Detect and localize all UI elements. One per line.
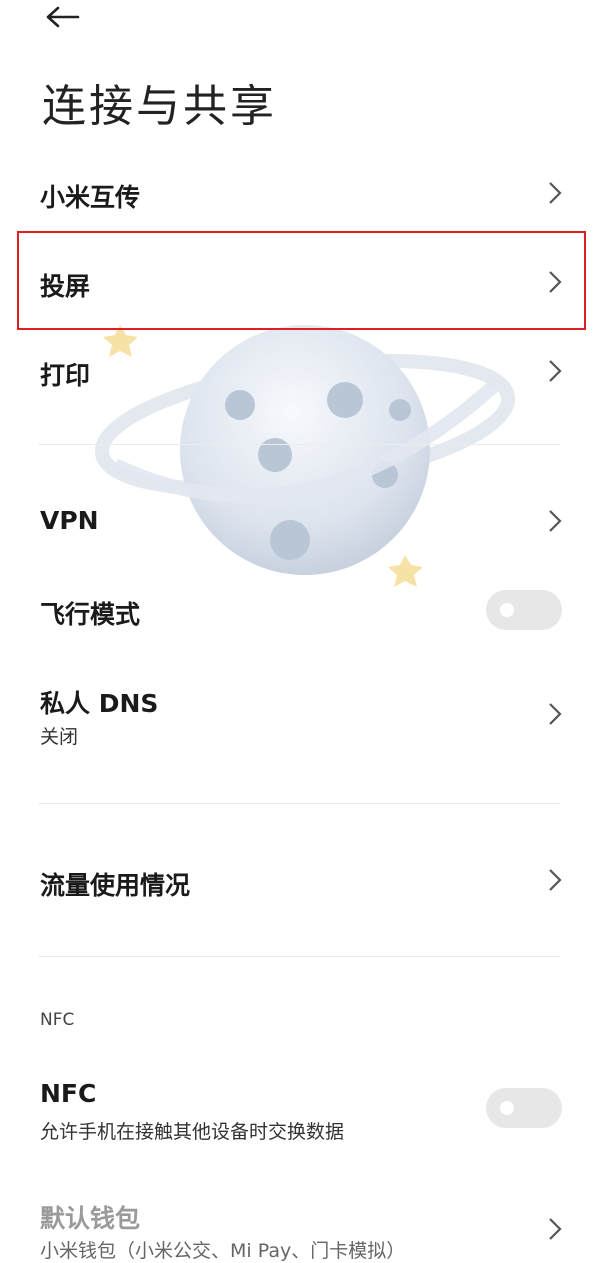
chevron-right-icon bbox=[549, 182, 562, 204]
airplane-mode-label: 飞行模式 bbox=[40, 600, 141, 629]
print-label: 打印 bbox=[40, 361, 91, 390]
airplane-mode-toggle[interactable] bbox=[486, 590, 562, 630]
divider bbox=[38, 803, 560, 804]
divider bbox=[38, 444, 560, 445]
page-title: 连接与共享 bbox=[42, 81, 277, 132]
cast-item[interactable]: 投屏 bbox=[0, 250, 600, 312]
back-button[interactable] bbox=[44, 2, 84, 32]
chevron-right-icon bbox=[549, 1218, 562, 1240]
default-wallet-description: 小米钱包（小米公交、Mi Pay、门卡模拟） bbox=[40, 1240, 406, 1262]
data-usage-label: 流量使用情况 bbox=[40, 871, 191, 900]
nfc-label: NFC bbox=[40, 1079, 97, 1108]
airplane-mode-item: 飞行模式 bbox=[0, 580, 600, 642]
private-dns-item[interactable]: 私人 DNS 关闭 bbox=[0, 678, 600, 758]
default-wallet-label: 默认钱包 bbox=[40, 1204, 141, 1233]
toggle-knob bbox=[500, 1101, 514, 1115]
cast-label: 投屏 bbox=[40, 272, 91, 301]
private-dns-label: 私人 DNS bbox=[40, 689, 159, 718]
arrow-left-icon bbox=[46, 6, 80, 28]
chevron-right-icon bbox=[549, 510, 562, 532]
nfc-toggle[interactable] bbox=[486, 1088, 562, 1128]
nfc-section-header: NFC bbox=[40, 1010, 75, 1030]
divider bbox=[38, 956, 560, 957]
default-wallet-item[interactable]: 默认钱包 小米钱包（小米公交、Mi Pay、门卡模拟） bbox=[0, 1195, 600, 1263]
vpn-label: VPN bbox=[40, 506, 99, 535]
chevron-right-icon bbox=[549, 360, 562, 382]
nfc-item: NFC 允许手机在接触其他设备时交换数据 bbox=[0, 1075, 600, 1149]
chevron-right-icon bbox=[549, 271, 562, 293]
chevron-right-icon bbox=[549, 703, 562, 725]
chevron-right-icon bbox=[549, 869, 562, 891]
mi-share-item[interactable]: 小米互传 bbox=[0, 162, 600, 224]
vpn-item[interactable]: VPN bbox=[0, 490, 600, 552]
private-dns-status: 关闭 bbox=[40, 726, 79, 748]
toggle-knob bbox=[500, 603, 514, 617]
print-item[interactable]: 打印 bbox=[0, 340, 600, 402]
nfc-description: 允许手机在接触其他设备时交换数据 bbox=[40, 1121, 345, 1143]
data-usage-item[interactable]: 流量使用情况 bbox=[0, 850, 600, 912]
mi-share-label: 小米互传 bbox=[40, 183, 141, 212]
